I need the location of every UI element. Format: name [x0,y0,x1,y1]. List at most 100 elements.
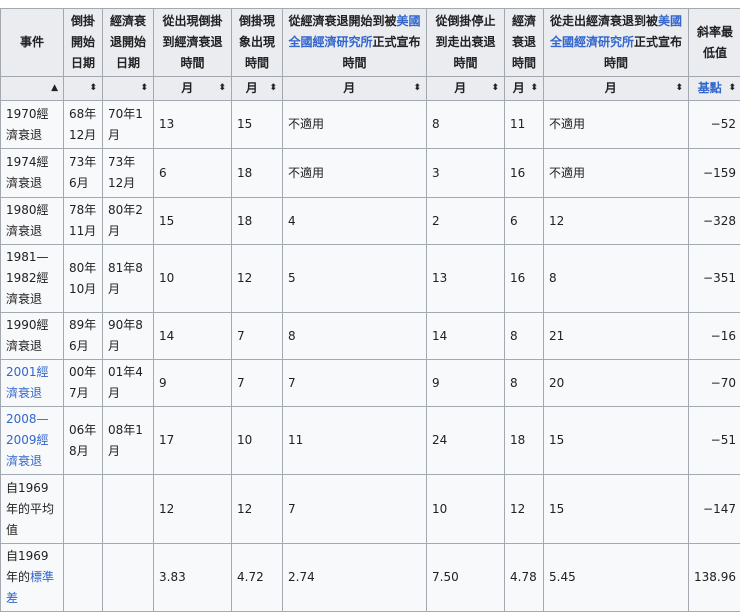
table-row: 1981—1982經濟衰退80年10月81年8月1012513168−351 [1,245,740,313]
cell-inversion-to-recession: 13 [154,101,232,149]
cell-min-slope: −147 [689,475,740,544]
cell-inversion-duration: 12 [232,475,283,544]
cell-inversion-duration: 10 [232,407,283,475]
cell-recession-to-nber: 不適用 [283,101,427,149]
sort-header-recession-duration[interactable]: 月⬍ [505,77,544,101]
table-row: 1980經濟衰退78年11月80年2月151842612−328 [1,198,740,245]
sort-control[interactable]: 月⬍ [288,78,421,99]
sort-ascending-icon[interactable]: ▲ [51,78,58,99]
cell-text: 倒掛開始日期 [71,14,95,70]
sort-header-event[interactable]: ▲ [1,77,64,101]
column-header-recession-duration: 經濟衰退時間 [505,9,544,77]
cell-inversion-end-to-recovery: 3 [427,149,505,198]
recession-yield-curve-table: 事件倒掛開始日期經濟衰退開始日期從出現倒掛到經濟衰退時間倒掛現象出現時間從經濟衰… [0,8,740,612]
cell-recession-duration: 12 [505,475,544,544]
cell-inversion-end-to-recovery: 7.50 [427,544,505,612]
sort-icon[interactable]: ⬍ [140,78,148,99]
sort-control[interactable]: 月⬍ [549,78,683,99]
cell-min-slope: −16 [689,313,740,360]
sort-header-inversion-duration[interactable]: 月⬍ [232,77,283,101]
cell-inversion-to-recession: 3.83 [154,544,232,612]
unit-label[interactable]: 基點 [694,78,725,99]
cell-min-slope: −351 [689,245,740,313]
unit-label: 月 [237,78,266,99]
sort-control[interactable]: 月⬍ [159,78,226,99]
cell-text: 從走出經濟衰退到被 [550,14,658,28]
link-text[interactable]: 2001經濟衰退 [6,365,49,400]
unit-label: 月 [159,78,215,99]
sort-icon[interactable]: ⬍ [413,78,421,99]
cell-min-slope: −70 [689,360,740,407]
sort-control[interactable]: ⬍ [69,78,97,99]
cell-text: 1970經濟衰退 [6,107,49,142]
cell-recession-duration: 11 [505,101,544,149]
cell-recession-to-nber: 8 [283,313,427,360]
cell-recession-duration: 16 [505,149,544,198]
cell-inversion-start: 89年6月 [64,313,103,360]
cell-text: 1974經濟衰退 [6,155,49,190]
cell-min-slope: −328 [689,198,740,245]
unit-label: 月 [549,78,672,99]
sort-icon[interactable]: ⬍ [218,78,226,99]
sort-control[interactable]: 基點⬍ [694,78,736,99]
table-row: 自1969年的平均值12127101215−147 [1,475,740,544]
cell-inversion-to-recession: 6 [154,149,232,198]
cell-text: 自1969年的平均值 [6,481,54,537]
sort-icon[interactable]: ⬍ [89,78,97,99]
cell-text: 經濟衰退時間 [512,14,536,70]
cell-recovery-to-nber: 不適用 [544,149,689,198]
unit-label: 月 [288,78,410,99]
column-header-recession-start: 經濟衰退開始日期 [103,9,154,77]
cell-inversion-to-recession: 15 [154,198,232,245]
cell-inversion-duration: 12 [232,245,283,313]
cell-inversion-duration: 4.72 [232,544,283,612]
sort-header-inversion-start[interactable]: ⬍ [64,77,103,101]
column-header-inversion-duration: 倒掛現象出現時間 [232,9,283,77]
sort-icon[interactable]: ⬍ [675,78,683,99]
link-text[interactable]: 2008—2009經濟衰退 [6,412,49,468]
sort-icon[interactable]: ⬍ [728,78,736,99]
cell-text: 斜率最低值 [697,25,733,60]
cell-recession-start: 73年12月 [103,149,154,198]
cell-inversion-to-recession: 10 [154,245,232,313]
cell-inversion-start: 80年10月 [64,245,103,313]
cell-text: 從經濟衰退開始到被 [288,14,396,28]
unit-label: 月 [432,78,488,99]
cell-recession-start: 80年2月 [103,198,154,245]
cell-text: 事件 [20,35,44,49]
sort-control[interactable]: ⬍ [108,78,148,99]
sort-icon[interactable]: ⬍ [530,78,538,99]
cell-text: 從倒掛停止到走出衰退時間 [435,14,495,70]
sort-control[interactable]: 月⬍ [432,78,499,99]
cell-recession-to-nber: 7 [283,475,427,544]
cell-recession-start: 08年1月 [103,407,154,475]
cell-recession-start: 90年8月 [103,313,154,360]
column-header-inversion-end-to-recovery: 從倒掛停止到走出衰退時間 [427,9,505,77]
sort-icon[interactable]: ⬍ [269,78,277,99]
sort-control[interactable]: 月⬍ [237,78,277,99]
sort-header-inversion-to-recession[interactable]: 月⬍ [154,77,232,101]
cell-inversion-start: 00年7月 [64,360,103,407]
sort-icon[interactable]: ⬍ [491,78,499,99]
cell-inversion-start: 73年6月 [64,149,103,198]
sort-header-recession-start[interactable]: ⬍ [103,77,154,101]
sort-header-min-slope[interactable]: 基點⬍ [689,77,740,101]
sort-header-recession-to-nber[interactable]: 月⬍ [283,77,427,101]
cell-recession-duration: 16 [505,245,544,313]
event-cell: 2008—2009經濟衰退 [1,407,64,475]
cell-inversion-start [64,475,103,544]
cell-inversion-start: 06年8月 [64,407,103,475]
sort-control[interactable]: ▲ [6,78,58,99]
cell-inversion-to-recession: 17 [154,407,232,475]
event-cell: 1980經濟衰退 [1,198,64,245]
sort-header-recovery-to-nber[interactable]: 月⬍ [544,77,689,101]
cell-inversion-to-recession: 12 [154,475,232,544]
cell-inversion-duration: 18 [232,149,283,198]
event-cell: 2001經濟衰退 [1,360,64,407]
cell-recession-duration: 6 [505,198,544,245]
sort-control[interactable]: 月⬍ [510,78,538,99]
cell-recovery-to-nber: 21 [544,313,689,360]
table-row: 1990經濟衰退89年6月90年8月147814821−16 [1,313,740,360]
cell-inversion-start: 78年11月 [64,198,103,245]
sort-header-inversion-end-to-recovery[interactable]: 月⬍ [427,77,505,101]
